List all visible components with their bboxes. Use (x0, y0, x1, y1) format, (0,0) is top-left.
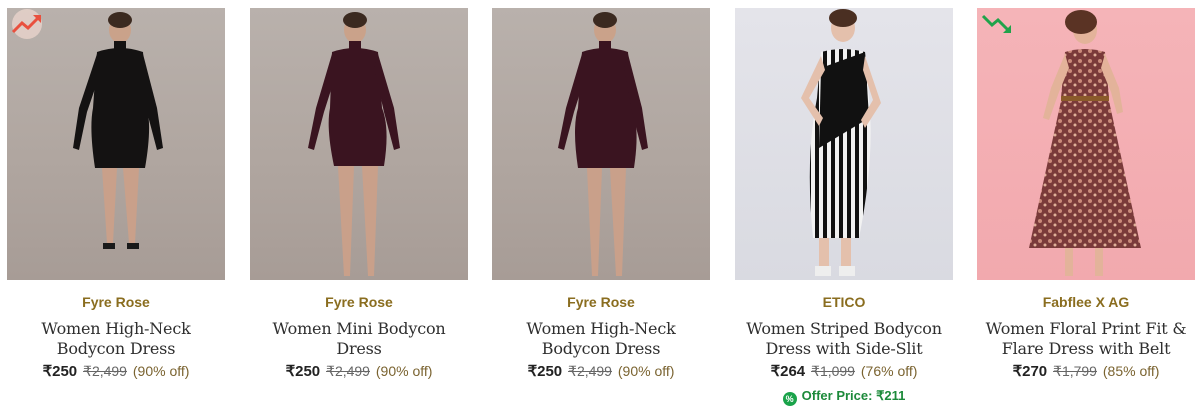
model-photo (801, 9, 881, 276)
product-title[interactable]: Women High-Neck Bodycon Dress (7, 319, 225, 359)
original-price: ₹1,099 (811, 363, 855, 379)
discount-percent: (76% off) (860, 363, 918, 379)
brand-name[interactable]: Fyre Rose (492, 294, 710, 312)
product-title[interactable]: Women Floral Print Fit & Flare Dress wit… (977, 319, 1195, 359)
model-photo (1029, 10, 1141, 276)
model-photo (558, 12, 648, 276)
model-photo (308, 12, 400, 276)
sale-price: ₹250 (285, 363, 321, 380)
brand-name[interactable]: Fyre Rose (7, 294, 225, 312)
model-photo (73, 12, 163, 249)
brand-name[interactable]: Fabflee X AG (977, 294, 1195, 312)
product-image[interactable] (735, 8, 953, 280)
sale-price: ₹270 (1012, 363, 1048, 380)
discount-percent: (85% off) (1102, 363, 1160, 379)
original-price: ₹2,499 (83, 363, 127, 379)
sale-price: ₹250 (42, 363, 78, 380)
product-image[interactable] (492, 8, 710, 280)
product-image[interactable] (250, 8, 468, 280)
price-row: ₹250 ₹2,499 (90% off) (7, 362, 225, 380)
sale-price: ₹250 (527, 363, 563, 380)
original-price: ₹2,499 (568, 363, 612, 379)
discount-percent: (90% off) (132, 363, 190, 379)
original-price: ₹1,799 (1053, 363, 1097, 379)
price-row: ₹264 ₹1,099 (76% off) (735, 362, 953, 380)
product-image[interactable] (7, 8, 225, 280)
product-card[interactable]: ETICO Women Striped Bodycon Dress with S… (735, 8, 953, 406)
product-card[interactable]: Fyre Rose Women High-Neck Bodycon Dress … (492, 8, 710, 380)
product-title[interactable]: Women Mini Bodycon Dress (250, 319, 468, 359)
discount-percent: (90% off) (375, 363, 433, 379)
original-price: ₹2,499 (326, 363, 370, 379)
trending-up-icon (11, 9, 42, 39)
product-card[interactable]: Fyre Rose Women High-Neck Bodycon Dress … (7, 8, 225, 380)
brand-name[interactable]: Fyre Rose (250, 294, 468, 312)
product-card[interactable]: Fabflee X AG Women Floral Print Fit & Fl… (977, 8, 1195, 380)
product-card[interactable]: Fyre Rose Women Mini Bodycon Dress ₹250 … (250, 8, 468, 380)
brand-name[interactable]: ETICO (735, 294, 953, 312)
product-title[interactable]: Women High-Neck Bodycon Dress (492, 319, 710, 359)
discount-tag-icon: % (782, 392, 797, 406)
offer-price-badge: % Offer Price: ₹211 (735, 388, 953, 406)
product-image[interactable] (977, 8, 1195, 280)
offer-price-text: Offer Price: ₹211 (801, 388, 906, 403)
product-title[interactable]: Women Striped Bodycon Dress with Side-Sl… (735, 319, 953, 359)
discount-percent: (90% off) (617, 363, 675, 379)
sale-price: ₹264 (770, 363, 806, 380)
trending-down-icon (981, 14, 1011, 33)
price-row: ₹250 ₹2,499 (90% off) (492, 362, 710, 380)
price-row: ₹250 ₹2,499 (90% off) (250, 362, 468, 380)
price-row: ₹270 ₹1,799 (85% off) (977, 362, 1195, 380)
